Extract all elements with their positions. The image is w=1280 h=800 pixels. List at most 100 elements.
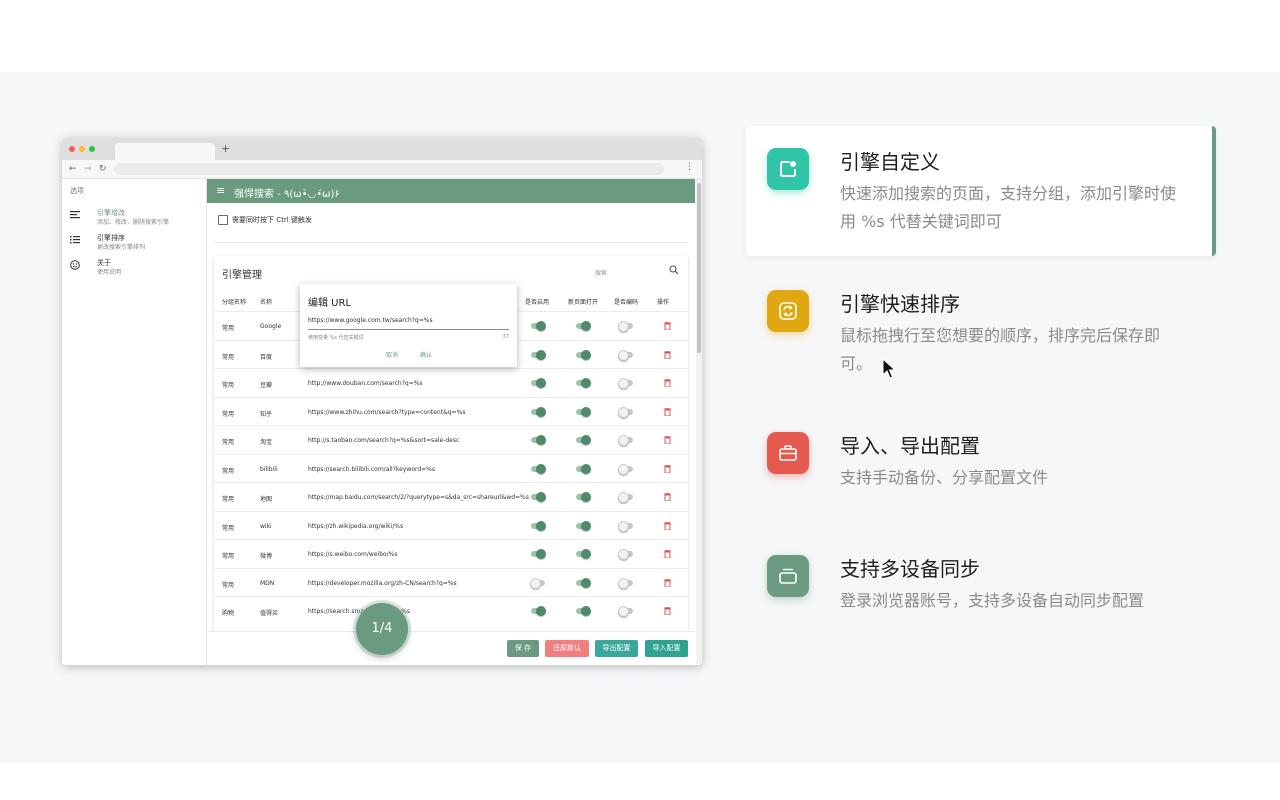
enabled-toggle[interactable]	[530, 520, 546, 531]
import-config-button[interactable]: 导入配置	[645, 640, 688, 657]
enabled-toggle[interactable]	[530, 378, 546, 388]
briefcase-icon	[767, 432, 809, 474]
table-row[interactable]: 常用 wiki https://zh.wikipedia.org/wiki/%s	[214, 510, 688, 540]
enabled-toggle[interactable]	[530, 349, 546, 360]
table-row[interactable]: 常用 MDN https://developer.mozilla.org/zh-CN…	[214, 567, 688, 597]
delete-icon[interactable]	[664, 550, 671, 558]
encode-toggle[interactable]	[618, 549, 634, 560]
edit-url-dialog: 编辑 URL https://www.google.com.tw/search?…	[300, 284, 517, 367]
enabled-toggle[interactable]	[530, 606, 546, 616]
enabled-toggle[interactable]	[530, 549, 546, 559]
delete-icon[interactable]	[664, 521, 671, 530]
new-page-toggle[interactable]	[575, 435, 591, 445]
close-window-dot[interactable]	[69, 146, 75, 152]
enabled-toggle[interactable]	[530, 492, 546, 502]
encode-toggle[interactable]	[618, 435, 634, 446]
cell-url[interactable]: https://search.bilibili.com/all?keyword=…	[308, 466, 435, 473]
new-page-toggle[interactable]	[575, 492, 591, 502]
table-row[interactable]: 常用 地图 https://map.baidu.com/search/2/?quer…	[214, 482, 688, 511]
sidebar-item-about[interactable]: 关于 使用说明	[70, 258, 204, 280]
delete-icon[interactable]	[664, 379, 671, 387]
browser-menu-icon[interactable]: ⋮	[685, 162, 694, 172]
new-page-toggle[interactable]	[575, 520, 591, 531]
encode-toggle[interactable]	[618, 378, 634, 389]
enabled-toggle[interactable]	[530, 463, 546, 474]
sidebar-item-engine-order[interactable]: 引擎排序 更改搜索引擎排列	[70, 233, 204, 255]
confirm-button[interactable]: 确认	[420, 350, 432, 359]
cell-url[interactable]: https://developer.mozilla.org/zh-CN/sear…	[308, 580, 457, 587]
enabled-toggle[interactable]	[530, 406, 546, 417]
cell-name: wiki	[260, 522, 272, 530]
new-page-toggle[interactable]	[575, 463, 591, 474]
encode-toggle[interactable]	[618, 577, 634, 589]
delete-icon[interactable]	[664, 322, 671, 330]
maximize-window-dot[interactable]	[89, 146, 95, 152]
encode-toggle[interactable]	[618, 492, 634, 503]
engine-search-input[interactable]: 搜索	[595, 268, 607, 277]
table-row[interactable]: 常用 微博 https://s.weibo.com/weibo/%s	[214, 539, 688, 568]
encode-toggle[interactable]	[618, 463, 634, 475]
app-title: 强悍搜索 - ٩(ω•̀◡•́ω)۶	[234, 189, 340, 200]
delete-icon[interactable]	[664, 350, 671, 359]
column-header-name: 名称	[260, 299, 273, 306]
delete-icon[interactable]	[664, 436, 671, 444]
new-page-toggle[interactable]	[575, 349, 591, 360]
browser-tab[interactable]	[115, 143, 215, 160]
export-config-button[interactable]: 导出配置	[595, 640, 638, 657]
slide-pager[interactable]: 1/4	[356, 603, 408, 655]
cancel-button[interactable]: 取消	[386, 350, 398, 359]
encode-toggle[interactable]	[618, 520, 634, 532]
sidebar-item-engine-edit[interactable]: 引擎增改 添加、修改、删除搜索引擎	[70, 208, 204, 230]
table-row[interactable]: 常用 淘宝 http://s.taobao.com/search?q=%s&sort…	[214, 425, 688, 454]
table-row[interactable]: 购物 值得买 https://search.smzdm.com/?s=%s	[214, 596, 688, 625]
save-button[interactable]: 保 存	[507, 640, 539, 657]
ctrl-key-checkbox[interactable]	[218, 215, 228, 225]
cell-url[interactable]: http://s.taobao.com/search?q=%s&sort=sal…	[308, 437, 459, 444]
url-input[interactable]	[114, 163, 664, 175]
back-icon[interactable]: ←	[69, 163, 77, 175]
encode-toggle[interactable]	[618, 349, 634, 361]
scrollbar-thumb[interactable]	[697, 183, 701, 353]
new-page-toggle[interactable]	[575, 406, 591, 417]
encode-toggle[interactable]	[618, 606, 634, 617]
delete-icon[interactable]	[664, 464, 671, 473]
cell-url[interactable]: https://www.zhihu.com/search?type=conten…	[308, 409, 465, 416]
enabled-toggle[interactable]	[530, 321, 546, 331]
address-bar: ← → ↻ ⋮	[62, 160, 702, 179]
encode-toggle[interactable]	[618, 321, 634, 332]
table-row[interactable]: 常用 知乎 https://www.zhihu.com/search?type=co…	[214, 396, 688, 426]
page-scrollbar[interactable]	[696, 179, 702, 665]
enabled-toggle[interactable]	[530, 435, 546, 445]
minimize-window-dot[interactable]	[79, 146, 85, 152]
search-icon[interactable]	[669, 265, 679, 275]
delete-icon[interactable]	[664, 407, 671, 416]
delete-icon[interactable]	[664, 493, 671, 501]
input-hint: 使用变量 %s 代替关键词	[308, 335, 364, 341]
cell-group: 常用	[222, 581, 235, 589]
new-tab-icon[interactable]: +	[221, 142, 230, 156]
cell-url[interactable]: https://zh.wikipedia.org/wiki/%s	[308, 523, 403, 530]
section-divider	[214, 242, 688, 243]
reload-icon[interactable]: ↻	[99, 163, 107, 175]
table-row[interactable]: 常用 豆瓣 http://www.douban.com/search?q=%s	[214, 368, 688, 397]
restore-default-button[interactable]: 还原默认	[545, 640, 589, 657]
delete-icon[interactable]	[664, 607, 671, 615]
enabled-toggle[interactable]	[530, 577, 546, 589]
new-page-toggle[interactable]	[575, 378, 591, 388]
feature-quick-sort: 引擎快速排序 鼠标拖拽行至您想要的顺序，排序完后保存即可。	[746, 268, 1212, 398]
menu-icon[interactable]: ≡	[216, 184, 225, 198]
cell-url[interactable]: https://map.baidu.com/search/2/?querytyp…	[308, 494, 529, 501]
new-page-toggle[interactable]	[575, 577, 591, 588]
cell-name: 知乎	[260, 410, 273, 418]
new-page-toggle[interactable]	[575, 321, 591, 331]
delete-icon[interactable]	[664, 578, 671, 587]
encode-toggle[interactable]	[618, 406, 634, 418]
new-page-toggle[interactable]	[575, 549, 591, 559]
table-row[interactable]: 常用 bilibili https://search.bilibili.com/al…	[214, 453, 688, 483]
cell-url[interactable]: https://s.weibo.com/weibo/%s	[308, 551, 398, 558]
cell-url[interactable]: http://www.douban.com/search?q=%s	[308, 380, 423, 387]
forward-icon[interactable]: →	[84, 163, 92, 175]
cell-group: 常用	[222, 325, 235, 332]
url-edit-input[interactable]: https://www.google.com.tw/search?q=%s	[308, 317, 433, 324]
new-page-toggle[interactable]	[575, 606, 591, 616]
